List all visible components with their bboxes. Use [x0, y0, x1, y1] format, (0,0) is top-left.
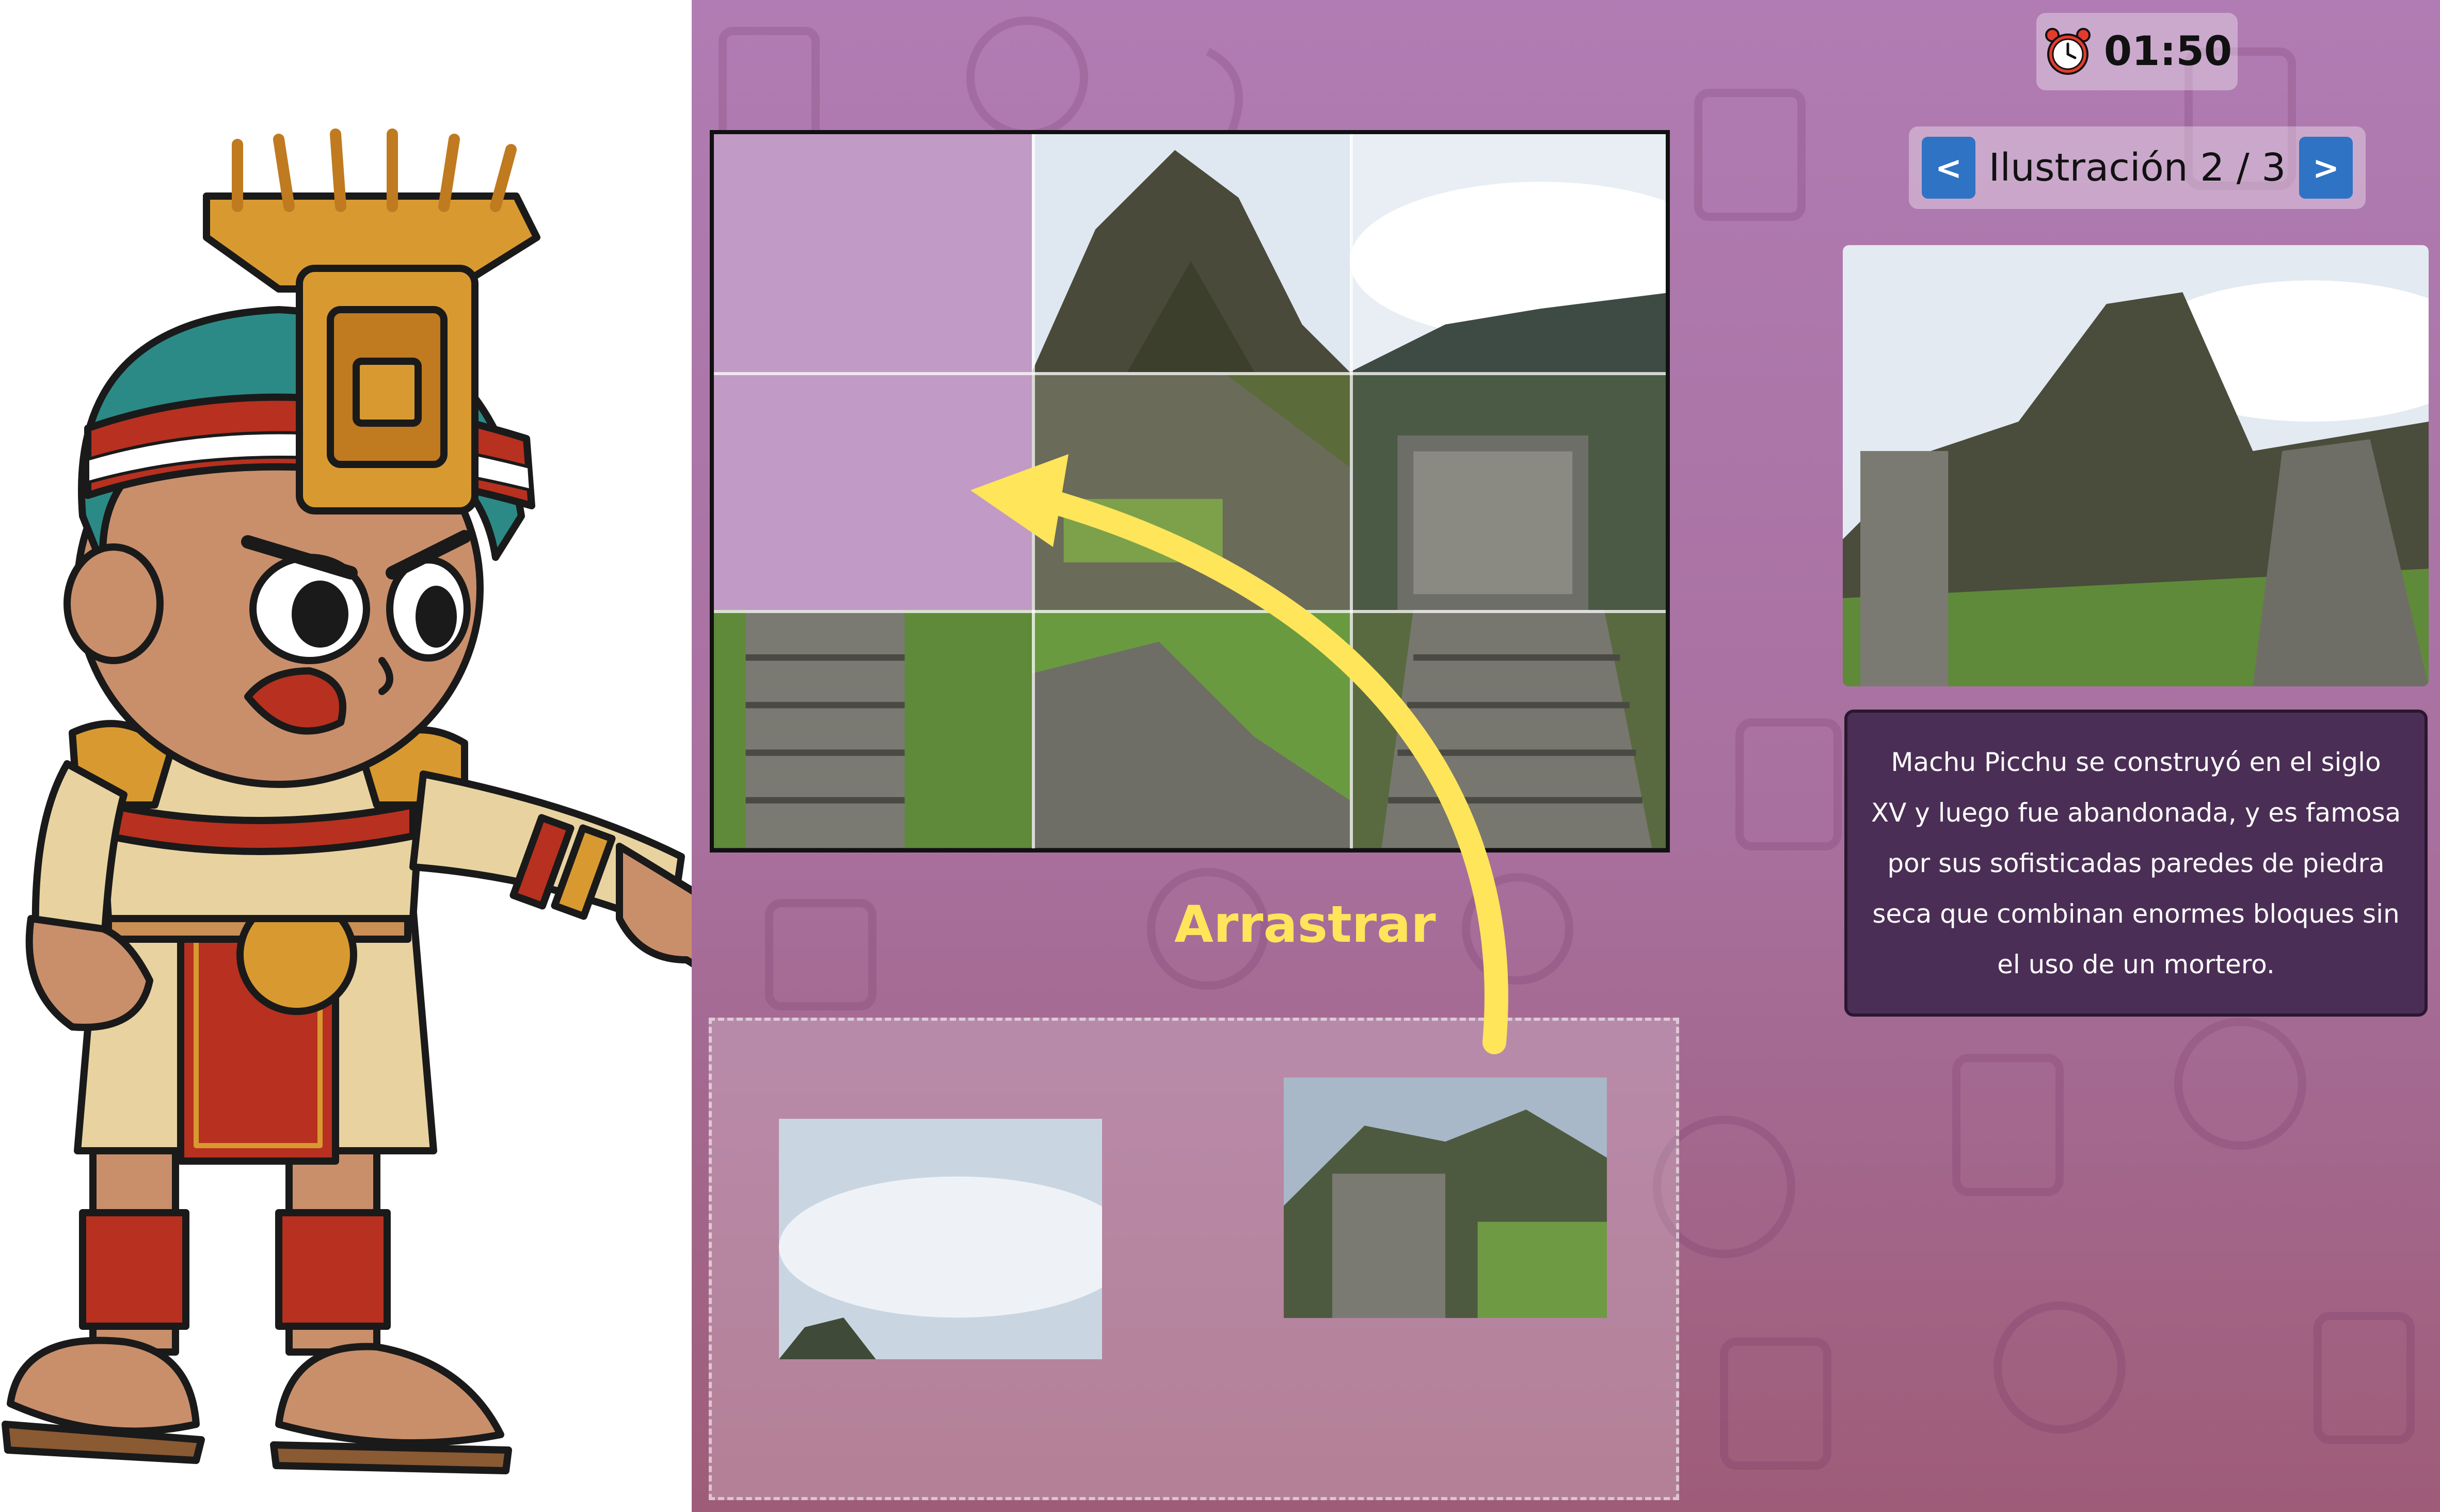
timer-value: 01:50	[2103, 28, 2232, 75]
next-illustration-button[interactable]: >	[2299, 137, 2353, 199]
puzzle-piece[interactable]	[1350, 372, 1666, 610]
drag-hint-label: Arrastrar	[1174, 895, 1436, 954]
previous-illustration-button[interactable]: <	[1922, 137, 1975, 199]
alarm-clock-icon	[2045, 28, 2091, 75]
pieces-tray	[709, 1018, 1679, 1500]
timer: 01:50	[2036, 13, 2238, 90]
puzzle-piece[interactable]	[1350, 134, 1666, 372]
puzzle-piece[interactable]	[1350, 610, 1666, 848]
grid-line	[714, 610, 1666, 613]
grid-line	[1032, 134, 1035, 848]
illustration-counter: Ilustración 2 / 3	[1988, 146, 2286, 190]
tray-piece-sky[interactable]	[779, 1119, 1102, 1359]
illustration-description: Machu Picchu se construyó en el siglo XV…	[1844, 710, 2428, 1017]
empty-slot[interactable]	[714, 134, 1032, 372]
puzzle-piece[interactable]	[714, 610, 1032, 848]
puzzle-piece[interactable]	[1032, 134, 1350, 372]
empty-slot[interactable]	[714, 372, 1032, 610]
grid-line	[1350, 134, 1353, 848]
puzzle-piece[interactable]	[1032, 610, 1350, 848]
puzzle-piece[interactable]	[1032, 372, 1350, 610]
inca-warrior-mascot	[2, 128, 692, 1474]
game-area: Arrastrar 01:50 < Ilustración 2 / 3 > Ma…	[692, 0, 2440, 1512]
puzzle-board	[710, 130, 1670, 852]
grid-line	[714, 372, 1666, 375]
tray-piece-ruins[interactable]	[1284, 1077, 1607, 1318]
illustration-navigator: < Ilustración 2 / 3 >	[1909, 126, 2366, 209]
reference-image	[1843, 245, 2429, 686]
